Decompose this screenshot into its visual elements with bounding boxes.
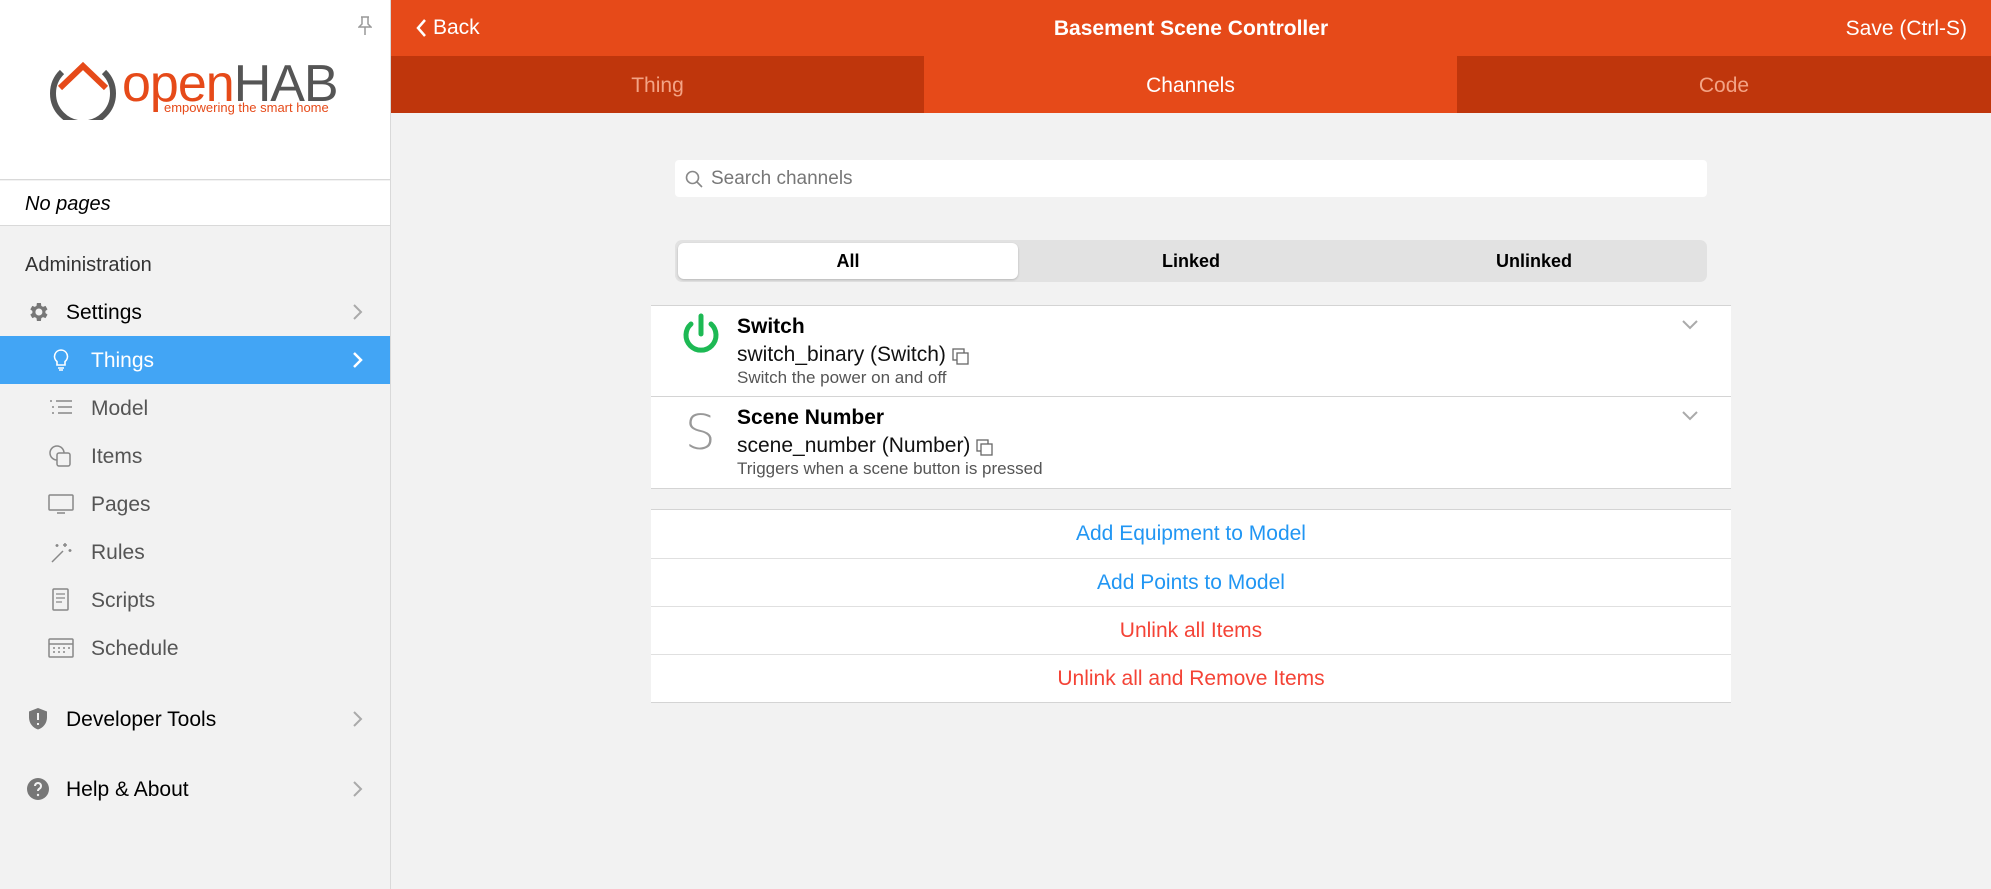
- channel-id: switch_binary (Switch): [737, 343, 970, 367]
- unlink-remove-button[interactable]: Unlink all and Remove Items: [651, 654, 1731, 702]
- chevron-right-icon: [353, 781, 363, 797]
- filter-linked[interactable]: Linked: [1021, 243, 1361, 279]
- channel-id-text: scene_number (Number): [737, 434, 971, 457]
- sidebar-item-things[interactable]: Things: [0, 336, 390, 384]
- channel-letter-icon: S: [685, 405, 716, 461]
- channel-actions: Add Equipment to Model Add Points to Mod…: [651, 509, 1731, 703]
- filter-unlinked[interactable]: Unlinked: [1364, 243, 1704, 279]
- channel-id-text: switch_binary (Switch): [737, 343, 946, 366]
- chevron-right-icon: [353, 711, 363, 727]
- add-equipment-button[interactable]: Add Equipment to Model: [651, 510, 1731, 558]
- list-icon: [50, 400, 72, 414]
- sidebar: openHAB empowering the smart home No pag…: [0, 0, 391, 889]
- sidebar-item-help-about[interactable]: Help & About: [0, 765, 390, 813]
- channel-name: Scene Number: [737, 406, 885, 429]
- sidebar-item-label: Settings: [66, 301, 142, 324]
- sidebar-item-pages[interactable]: Pages: [0, 480, 390, 528]
- channel-description: Switch the power on and off: [737, 368, 947, 387]
- copy-icon[interactable]: [952, 348, 970, 366]
- add-points-button[interactable]: Add Points to Model: [651, 558, 1731, 606]
- pin-icon[interactable]: [358, 16, 372, 36]
- filter-all[interactable]: All: [678, 243, 1018, 279]
- shield-icon: [29, 708, 47, 730]
- channel-id: scene_number (Number): [737, 434, 994, 458]
- help-icon: [27, 778, 49, 800]
- sidebar-item-label: Pages: [91, 493, 151, 516]
- channel-item[interactable]: Switch switch_binary (Switch) Switch the…: [651, 306, 1731, 396]
- sidebar-item-developer-tools[interactable]: Developer Tools: [0, 695, 390, 743]
- document-icon: [52, 588, 69, 611]
- sidebar-item-label: Model: [91, 397, 149, 420]
- chevron-down-icon[interactable]: [1681, 410, 1699, 422]
- sidebar-item-scripts[interactable]: Scripts: [0, 576, 390, 624]
- administration-heading: Administration: [25, 254, 152, 276]
- monitor-icon: [48, 494, 74, 514]
- sidebar-item-label: Help & About: [66, 778, 189, 801]
- channel-filter: All Linked Unlinked: [675, 240, 1707, 282]
- chevron-right-icon: [353, 352, 363, 368]
- save-button[interactable]: Save (Ctrl-S): [1846, 17, 1967, 41]
- chevron-down-icon[interactable]: [1681, 319, 1699, 331]
- sidebar-item-label: Scripts: [91, 589, 156, 612]
- sidebar-item-label: Developer Tools: [66, 708, 217, 731]
- no-pages-label: No pages: [25, 193, 111, 215]
- wand-icon: [51, 543, 72, 563]
- search-input[interactable]: [711, 164, 1691, 194]
- page-title: Basement Scene Controller: [1053, 17, 1329, 40]
- sidebar-item-label: Items: [91, 445, 143, 468]
- sidebar-item-label: Things: [91, 349, 155, 372]
- sidebar-item-model[interactable]: Model: [0, 384, 390, 432]
- pages-list: No pages: [0, 181, 390, 226]
- search-icon: [685, 170, 703, 188]
- openhab-logo-icon: [50, 61, 116, 120]
- channel-list: Switch switch_binary (Switch) Switch the…: [651, 305, 1731, 489]
- sidebar-header: openHAB empowering the smart home: [0, 0, 390, 180]
- lightbulb-icon: [53, 349, 69, 371]
- sidebar-item-rules[interactable]: Rules: [0, 528, 390, 576]
- channel-description: Triggers when a scene button is pressed: [737, 459, 1043, 478]
- items-icon: [49, 445, 71, 467]
- search-bar: [675, 160, 1707, 197]
- channel-item[interactable]: S Scene Number scene_number (Number) Tri…: [651, 396, 1731, 488]
- tab-thing[interactable]: Thing: [391, 56, 924, 113]
- logo-tagline: empowering the smart home: [164, 100, 329, 115]
- gear-icon: [30, 303, 48, 321]
- sidebar-item-items[interactable]: Items: [0, 432, 390, 480]
- navbar: Back Basement Scene Controller Save (Ctr…: [391, 0, 1991, 56]
- sidebar-item-schedule[interactable]: Schedule: [0, 624, 390, 672]
- tab-code[interactable]: Code: [1457, 56, 1991, 113]
- channel-name: Switch: [737, 315, 805, 338]
- power-icon: [683, 313, 719, 353]
- tab-channels[interactable]: Channels: [924, 56, 1457, 113]
- openhab-logo: openHAB empowering the smart home: [48, 50, 348, 120]
- sidebar-item-label: Rules: [91, 541, 145, 564]
- chevron-right-icon: [353, 304, 363, 320]
- unlink-all-button[interactable]: Unlink all Items: [651, 606, 1731, 654]
- sidebar-item-label: Schedule: [91, 637, 179, 660]
- sidebar-item-settings[interactable]: Settings: [0, 288, 390, 336]
- calendar-icon: [48, 638, 74, 658]
- copy-icon[interactable]: [976, 439, 994, 457]
- tab-bar: Thing Channels Code: [391, 56, 1991, 113]
